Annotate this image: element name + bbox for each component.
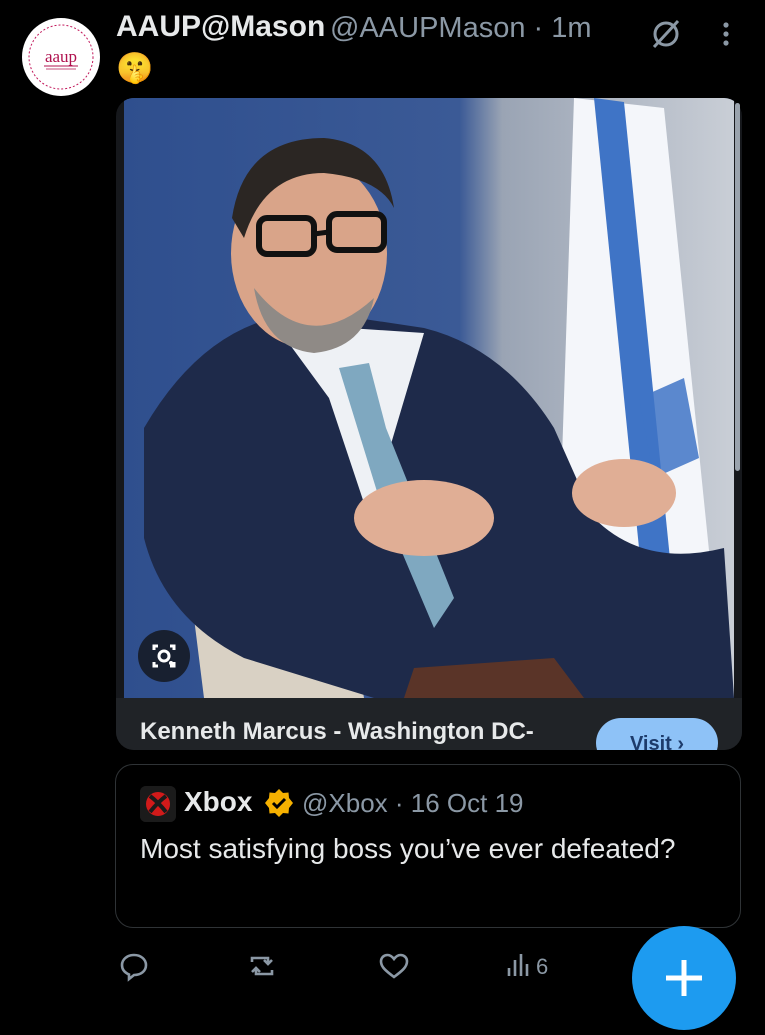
- avatar[interactable]: aaup: [22, 18, 100, 96]
- tweet-text: 🤫: [116, 52, 154, 85]
- avatar-logo-text: aaup: [45, 47, 77, 66]
- more-options-icon[interactable]: [716, 18, 736, 50]
- compose-button[interactable]: [632, 926, 736, 1030]
- reply-icon[interactable]: [118, 950, 150, 984]
- xbox-avatar-icon[interactable]: [140, 786, 176, 822]
- quote-display-name[interactable]: Xbox: [184, 786, 252, 818]
- grok-icon[interactable]: [648, 16, 684, 52]
- quote-handle-time: @Xbox · 16 Oct 19: [302, 788, 524, 818]
- views-count: 6: [536, 954, 549, 979]
- visit-button[interactable]: Visit ›: [596, 718, 718, 750]
- quote-text: Most satisfying boss you’ve ever defeate…: [140, 833, 676, 864]
- lens-icon[interactable]: [138, 630, 190, 682]
- scrollbar-thumb[interactable]: [735, 103, 740, 471]
- repost-icon[interactable]: [246, 950, 278, 984]
- card-image[interactable]: [124, 98, 734, 698]
- plus-icon: [666, 960, 702, 996]
- views-icon[interactable]: [504, 950, 536, 984]
- handle-time: @AAUPMason · 1m: [330, 12, 592, 44]
- like-icon[interactable]: [378, 950, 410, 984]
- display-name[interactable]: AAUP@Mason: [116, 10, 325, 44]
- card-title[interactable]: Kenneth Marcus - Washington DC-: [140, 718, 534, 746]
- link-card[interactable]: Kenneth Marcus - Washington DC- Visit ›: [116, 98, 742, 750]
- verified-badge-icon: [264, 788, 294, 818]
